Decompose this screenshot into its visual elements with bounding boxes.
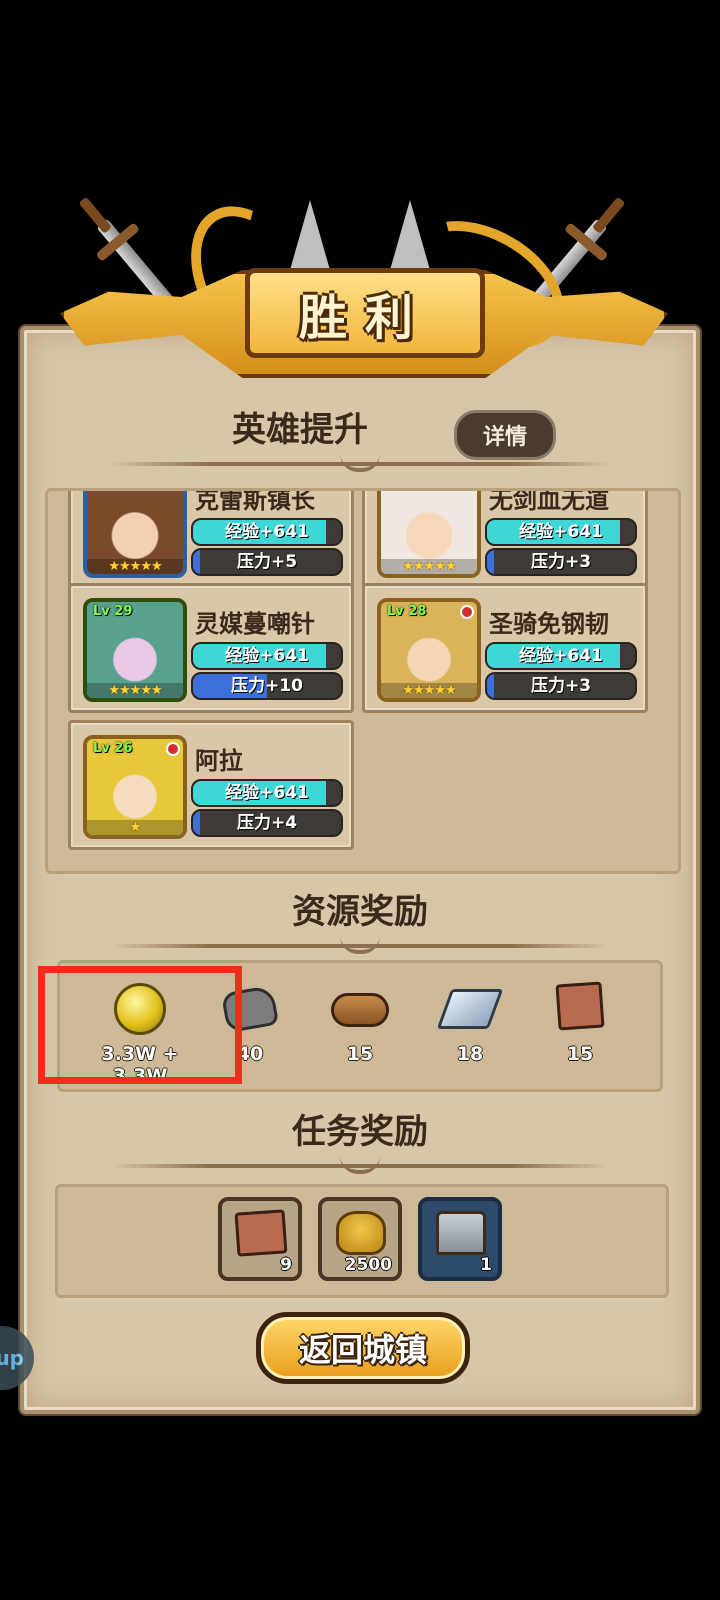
resources-section-title: 资源奖励 xyxy=(292,892,428,932)
victory-title: 胜利 xyxy=(298,290,431,346)
gold-bag-icon xyxy=(336,1211,386,1255)
stress-bar: 压力+10 xyxy=(191,672,343,700)
exp-bar: 经验+641 xyxy=(191,779,343,807)
resource-amount: 18 xyxy=(456,1043,484,1065)
tasks-section-title: 任务奖励 xyxy=(292,1112,428,1152)
hero-stars: ★★★★★ xyxy=(87,683,183,698)
hero-name: 阿拉 xyxy=(195,747,243,775)
hero-stars: ★ xyxy=(87,820,183,835)
heroes-list[interactable]: ★★★★★ 克雷斯镇长 经验+641 压力+5 ★★★★★ 无剑血无道 经验+6… xyxy=(45,488,681,874)
hero-name: 克雷斯镇长 xyxy=(195,488,315,514)
hero-portrait: ★★★★★ xyxy=(377,491,481,578)
hero-name: 无剑血无道 xyxy=(489,488,609,514)
stress-text: 压力+3 xyxy=(530,676,592,696)
task-reward-slot[interactable]: 9 xyxy=(218,1197,302,1281)
exp-bar: 经验+641 xyxy=(485,518,637,546)
hero-card[interactable]: Lv 29 ★★★★★ 灵媒蔓嘲针 经验+641 压力+10 xyxy=(68,583,354,713)
exp-text: 经验+641 xyxy=(519,646,603,666)
hero-portrait: ★★★★★ xyxy=(83,491,187,578)
stress-text: 压力+10 xyxy=(231,676,303,696)
cloth-icon xyxy=(555,981,605,1031)
exp-bar: 经验+641 xyxy=(485,642,637,670)
gold-reward-highlight xyxy=(38,966,242,1084)
hero-name: 灵媒蔓嘲针 xyxy=(195,610,315,638)
resource-amount: 15 xyxy=(566,1043,594,1065)
stress-text: 压力+5 xyxy=(236,552,298,572)
stress-bar: 压力+5 xyxy=(191,548,343,576)
exp-text: 经验+641 xyxy=(225,783,309,803)
exp-bar: 经验+641 xyxy=(191,518,343,546)
hero-portrait: Lv 28 ★★★★★ xyxy=(377,598,481,702)
hero-name: 圣骑免钢韧 xyxy=(489,610,609,638)
exp-text: 经验+641 xyxy=(225,522,309,542)
hero-stars: ★★★★★ xyxy=(381,683,477,698)
heroes-section-title: 英雄提升 xyxy=(232,410,368,450)
exp-text: 经验+641 xyxy=(519,522,603,542)
task-reward-slot[interactable]: 2500 xyxy=(318,1197,402,1281)
stress-bar: 压力+4 xyxy=(191,809,343,837)
hero-stars: ★★★★★ xyxy=(381,559,477,574)
task-reward-count: 2500 xyxy=(344,1255,392,1275)
return-to-town-button[interactable]: 返回城镇 xyxy=(256,1312,470,1384)
return-to-town-label: 返回城镇 xyxy=(298,1331,427,1369)
heroes-divider xyxy=(110,462,610,472)
banner-plate: 胜利 xyxy=(245,268,485,358)
resource-amount: 15 xyxy=(346,1043,374,1065)
stress-bar: 压力+3 xyxy=(485,672,637,700)
task-reward-slot[interactable]: 1 xyxy=(418,1197,502,1281)
hero-portrait: Lv 29 ★★★★★ xyxy=(83,598,187,702)
hero-card[interactable]: ★★★★★ 克雷斯镇长 经验+641 压力+5 xyxy=(68,488,354,589)
hero-card[interactable]: Lv 26 ★ 阿拉 经验+641 压力+4 xyxy=(68,720,354,850)
notification-dot xyxy=(166,742,180,756)
task-reward-count: 1 xyxy=(480,1255,492,1275)
side-floating-label: up xyxy=(0,1346,24,1370)
task-reward-count: 9 xyxy=(280,1255,292,1275)
task-rewards: 9 2500 1 xyxy=(55,1184,669,1298)
iron-ingot-icon xyxy=(436,989,504,1029)
hero-level: Lv 28 xyxy=(387,604,427,619)
exp-bar: 经验+641 xyxy=(191,642,343,670)
notification-dot xyxy=(460,605,474,619)
hero-level: Lv 26 xyxy=(93,741,133,756)
victory-banner: 胜利 xyxy=(40,180,680,420)
hero-stars: ★★★★★ xyxy=(87,559,183,574)
stress-text: 压力+4 xyxy=(236,813,298,833)
wood-log-icon xyxy=(331,993,389,1027)
cloth-icon xyxy=(234,1209,288,1257)
hero-level: Lv 29 xyxy=(93,604,133,619)
exp-text: 经验+641 xyxy=(225,646,309,666)
tasks-divider xyxy=(110,1164,610,1174)
hero-card[interactable]: Lv 28 ★★★★★ 圣骑免钢韧 经验+641 压力+3 xyxy=(362,583,648,713)
hero-card[interactable]: ★★★★★ 无剑血无道 经验+641 压力+3 xyxy=(362,488,648,589)
details-button[interactable]: 详情 xyxy=(454,410,556,460)
resources-divider xyxy=(110,944,610,954)
stress-bar: 压力+3 xyxy=(485,548,637,576)
treasure-chest-icon xyxy=(436,1211,486,1255)
stress-text: 压力+3 xyxy=(530,552,592,572)
hero-portrait: Lv 26 ★ xyxy=(83,735,187,839)
